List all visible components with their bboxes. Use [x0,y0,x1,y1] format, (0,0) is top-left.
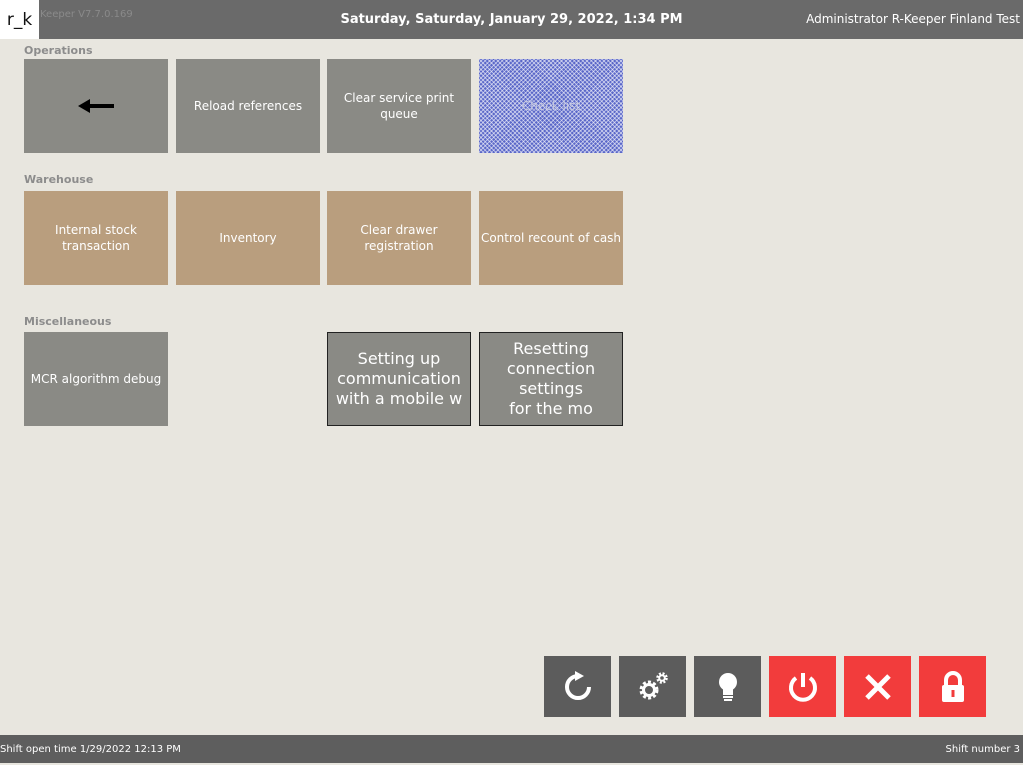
clear-print-queue-button[interactable]: Clear service print queue [327,59,471,153]
reload-references-button[interactable]: Reload references [176,59,320,153]
internal-stock-label-1: Internal stock [55,223,137,237]
top-bar: r_k Keeper V7.7.0.169 Saturday, Saturday… [0,0,1023,39]
back-button[interactable] [24,59,168,153]
setup-mobile-label-3: with a mobile w [335,389,463,408]
inventory-label: Inventory [219,231,277,245]
control-recount-button[interactable]: Control recount of cash [479,191,623,285]
reset-connection-label-3: for the mo [509,399,593,418]
clear-print-queue-label: Clear service print queue [343,91,455,121]
reset-connection-label-2: connection settings [506,359,596,398]
shift-number: Shift number 3 [945,744,1020,755]
control-recount-label: Control recount of cash [480,231,622,245]
refresh-icon [564,670,591,700]
setup-mobile-label-1: Setting up [357,349,441,368]
gears-icon [639,671,668,699]
section-warehouse: Warehouse [24,173,94,186]
user-label: Administrator R-Keeper Finland Test [806,12,1020,26]
clear-drawer-button[interactable]: Clear drawer registration [327,191,471,285]
close-button[interactable] [844,656,911,717]
reset-connection-button[interactable]: Resetting connection settings for the mo [479,332,623,426]
settings-button[interactable] [619,656,686,717]
inventory-button[interactable]: Inventory [176,191,320,285]
reset-connection-label-1: Resetting [513,339,589,358]
shift-open-time: Shift open time 1/29/2022 12:13 PM [0,744,181,755]
clear-drawer-label-2: registration [364,239,434,253]
status-bar: Shift open time 1/29/2022 12:13 PM Shift… [0,735,1023,763]
tips-button[interactable] [694,656,761,717]
setup-mobile-button[interactable]: Setting up communication with a mobile w [327,332,471,426]
app-logo: r_k [0,0,39,39]
check-list-label: Check list [521,99,581,113]
clear-drawer-label-1: Clear drawer [360,223,438,237]
setup-mobile-label-2: communication [337,369,461,388]
lock-icon [941,670,964,702]
reload-references-label: Reload references [193,99,303,113]
left-arrow-icon [78,99,114,113]
version-label: Keeper V7.7.0.169 [40,9,133,20]
power-button[interactable] [769,656,836,717]
internal-stock-button[interactable]: Internal stock transaction [24,191,168,285]
section-miscellaneous: Miscellaneous [24,315,112,328]
power-icon [788,672,817,702]
mcr-debug-button[interactable]: MCR algorithm debug [24,332,168,426]
close-icon [864,673,891,700]
lightbulb-icon [718,672,737,701]
check-list-button[interactable]: Check list [479,59,623,153]
internal-stock-label-2: transaction [62,239,130,253]
refresh-button[interactable] [544,656,611,717]
mcr-debug-label: MCR algorithm debug [30,372,162,386]
lock-button[interactable] [919,656,986,717]
section-operations: Operations [24,44,93,57]
